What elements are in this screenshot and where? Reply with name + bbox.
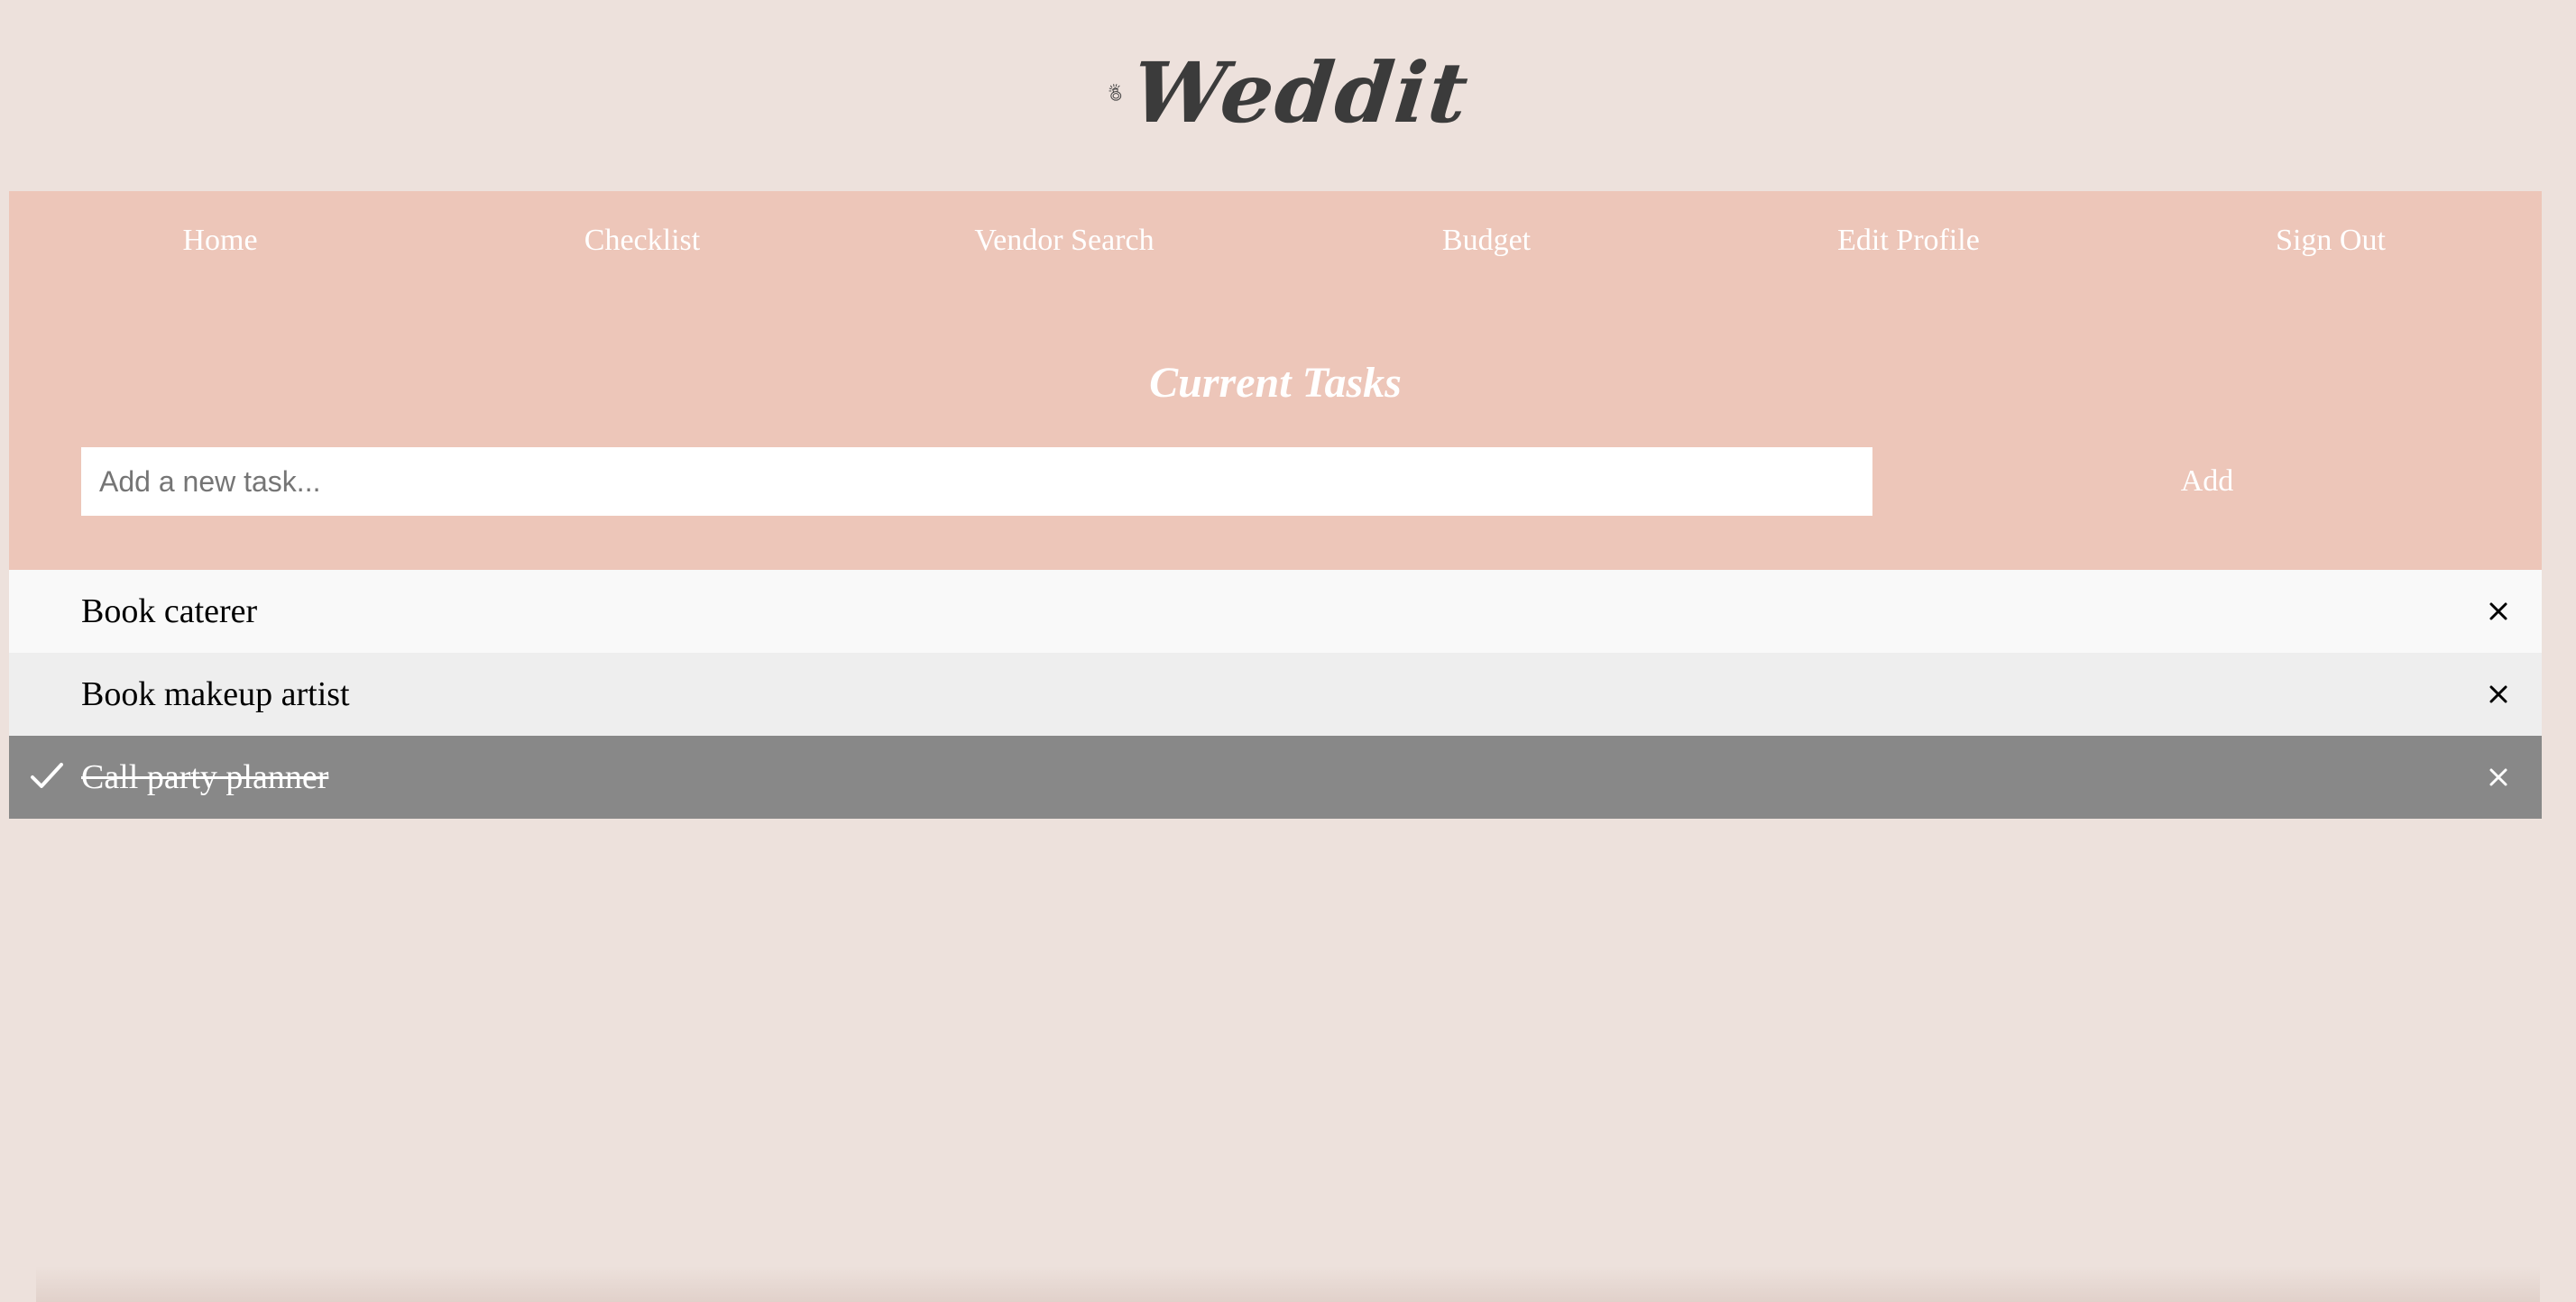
- section-title: Current Tasks: [1149, 359, 1402, 407]
- task-text: Book caterer: [81, 592, 258, 630]
- main-panel: Home Checklist Vendor Search Budget Edit…: [9, 191, 2542, 570]
- task-list: Book caterer Book makeup artist Call par…: [9, 570, 2542, 819]
- nav-item-sign-out[interactable]: Sign Out: [2120, 209, 2542, 272]
- nav-item-budget[interactable]: Budget: [1275, 209, 1697, 272]
- task-text: Call party planner: [81, 758, 329, 796]
- bottom-shadow: [36, 1266, 2540, 1302]
- nav-item-vendor-search[interactable]: Vendor Search: [853, 209, 1275, 272]
- nav-item-checklist[interactable]: Checklist: [431, 209, 853, 272]
- task-item-checked[interactable]: Call party planner: [9, 736, 2542, 819]
- nav-item-home[interactable]: Home: [9, 209, 431, 272]
- brand-logo[interactable]: Weddit: [1108, 34, 1474, 151]
- nav-bar: Home Checklist Vendor Search Budget Edit…: [9, 209, 2542, 272]
- task-item[interactable]: Book makeup artist: [9, 653, 2542, 736]
- close-icon[interactable]: [2482, 761, 2515, 793]
- diamond-ring-icon: [1109, 84, 1122, 101]
- nav-item-edit-profile[interactable]: Edit Profile: [1697, 209, 2120, 272]
- close-icon[interactable]: [2482, 678, 2515, 711]
- new-task-input[interactable]: [81, 447, 1872, 516]
- task-item[interactable]: Book caterer: [9, 570, 2542, 653]
- add-task-button[interactable]: Add: [1872, 447, 2542, 516]
- task-text: Book makeup artist: [81, 675, 350, 713]
- checkmark-icon: [31, 763, 63, 788]
- brand-name: Weddit: [1127, 44, 1474, 142]
- close-icon[interactable]: [2482, 595, 2515, 628]
